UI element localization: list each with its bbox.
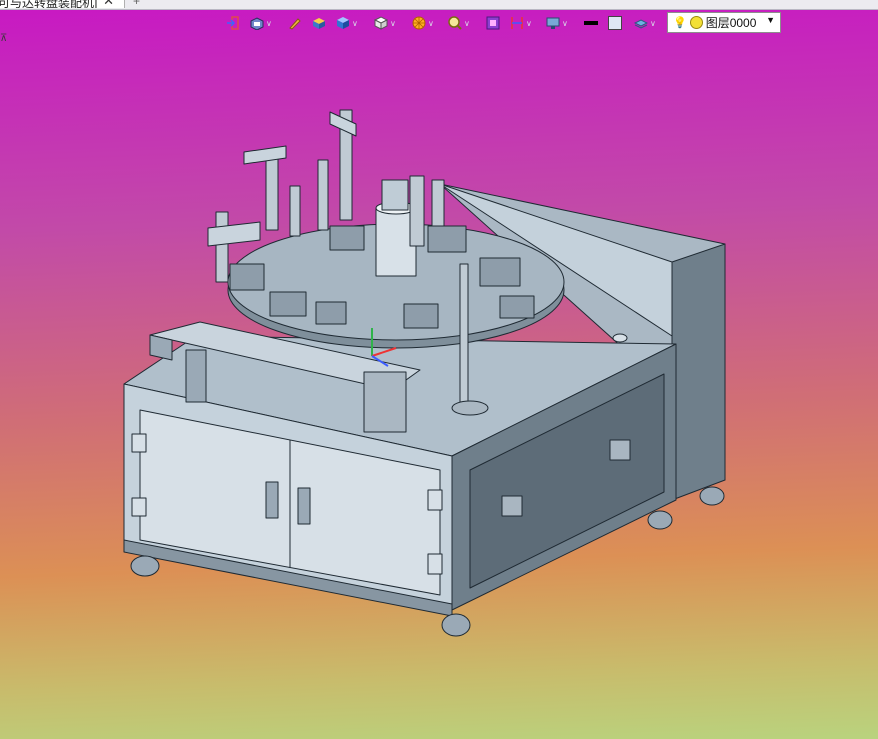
- cad-viewport[interactable]: 可与达转盘装配机] ✕ + ⊼ ∨ ∨ ∨ ∨ ∨ ∨ ∨ ∨ 💡 图层0000…: [0, 0, 878, 739]
- machine-3d-model[interactable]: [0, 0, 878, 739]
